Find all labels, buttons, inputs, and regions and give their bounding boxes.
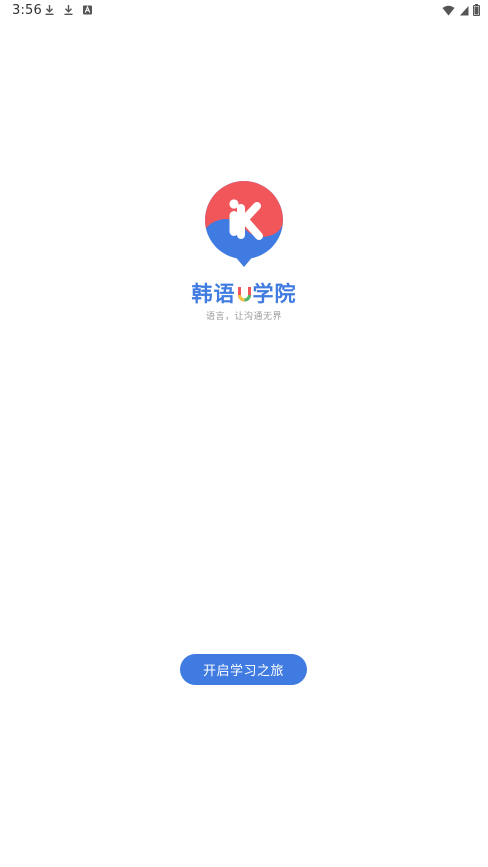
download-icon: [64, 5, 73, 15]
notification-icons: [44, 4, 93, 16]
signal-icon: [460, 5, 469, 15]
brand-title-part2: 学院: [252, 282, 297, 306]
brand-title: 韩语 U 学院: [0, 278, 488, 308]
status-bar: 3:56: [0, 0, 488, 22]
splash-screen: 3:56 韩语 U 学院 语言，让沟通无界 开启学习之旅: [0, 0, 488, 867]
start-learning-button[interactable]: 开启学习之旅: [180, 654, 307, 685]
wifi-icon: [442, 5, 455, 15]
system-icons: [442, 4, 480, 16]
download-icon: [45, 5, 54, 15]
slogan: 语言，让沟通无界: [205, 312, 282, 322]
status-time: 3:56: [12, 3, 42, 18]
u-letter-icon: U: [237, 286, 251, 302]
svg-text:U: U: [237, 286, 239, 287]
ik-logo-icon: [205, 181, 283, 267]
brand-title-part1: 韩语: [191, 282, 236, 306]
battery-icon: [473, 4, 480, 16]
app-notification-icon: [83, 5, 92, 15]
